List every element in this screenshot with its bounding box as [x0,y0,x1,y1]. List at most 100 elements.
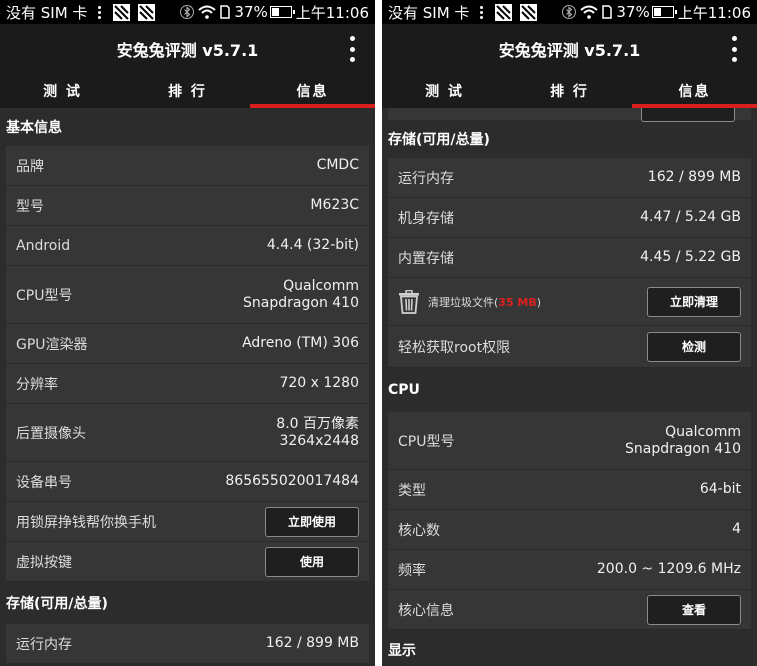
row-label: CPU型号 [398,433,455,450]
row-ram: 运行内存 162 / 899 MB [6,624,369,664]
bluetooth-icon [562,4,577,20]
row-rear-camera: 后置摄像头 8.0 百万像素 3264x2448 [6,404,369,462]
clock: 上午11:06 [677,3,751,22]
value-line: Qualcomm [283,277,359,294]
overflow-menu-icon[interactable] [347,36,357,62]
row-ram: 运行内存 162 / 899 MB [388,158,751,198]
notification-icon [495,3,513,21]
status-bar: 没有 SIM 卡 37% 上午11:06 [0,0,375,24]
scrolled-row-remnant [388,108,751,122]
carrier-text: 没有 SIM 卡 [6,3,88,22]
row-core-info: 核心信息 查看 [388,590,751,630]
tab-test[interactable]: 测 试 [382,74,507,108]
row-value: 4 [732,521,741,537]
clean-junk-label: 清理垃圾文件(35 MB) [428,294,541,310]
row-android: Android 4.4.4 (32-bit) [6,226,369,266]
row-clean-junk: 清理垃圾文件(35 MB) 立即清理 [388,278,751,326]
use-button[interactable]: 使用 [265,546,359,577]
row-value: 162 / 899 MB [647,169,741,185]
row-value: 4.45 / 5.22 GB [640,249,741,265]
status-bar: 没有 SIM 卡 37% 上午11:06 [382,0,757,24]
overflow-menu-icon[interactable] [729,36,739,62]
value-line: Snapdragon 410 [243,294,359,311]
screen-left: 没有 SIM 卡 37% 上午11:06 安兔兔评测 v5.7.1 测 试 排 … [0,0,375,666]
row-label: 轻松获取root权限 [398,339,511,356]
sim-slot-icon [602,5,613,19]
app-title: 安兔兔评测 v5.7.1 [498,41,641,60]
row-cpu-cores: 核心数 4 [388,510,751,550]
row-label: 用锁屏挣钱帮你换手机 [16,514,156,531]
partial-button[interactable] [641,108,735,122]
row-value: Qualcomm Snapdragon 410 [625,424,741,458]
section-storage: 存储(可用/总量) [382,120,757,158]
row-label: 品牌 [16,158,44,175]
row-builtin-storage: 内置存储 4.45 / 5.22 GB [388,238,751,278]
app-title-bar: 安兔兔评测 v5.7.1 [382,24,757,74]
clean-junk-info: 清理垃圾文件(35 MB) [398,289,541,314]
section-display: 显示 [382,630,757,666]
row-label: 核心信息 [398,602,454,619]
value-line: Qualcomm [665,423,741,440]
row-label: 后置摄像头 [16,425,86,442]
battery-icon [651,6,677,18]
app-title-bar: 安兔兔评测 v5.7.1 [0,24,375,74]
row-label: Android [16,237,71,254]
row-label: 频率 [398,562,426,579]
value-line: Snapdragon 410 [625,440,741,457]
row-label: 运行内存 [16,636,72,653]
tab-info[interactable]: 信息 [632,74,757,108]
row-value: 162 / 899 MB [265,635,359,651]
row-gpu: GPU渲染器 Adreno (TM) 306 [6,324,369,364]
value-line: 8.0 百万像素 [276,415,359,432]
row-value: 865655020017484 [225,473,359,489]
row-value: CMDC [316,157,359,173]
row-root: 轻松获取root权限 检测 [388,326,751,368]
row-lockscreen: 用锁屏挣钱帮你换手机 立即使用 [6,502,369,542]
detect-button[interactable]: 检测 [647,331,741,362]
tab-test[interactable]: 测 试 [0,74,125,108]
row-label: 虚拟按键 [16,554,72,571]
info-content[interactable]: 基本信息 品牌 CMDC 型号 M623C Android 4.4.4 (32-… [0,108,375,664]
app-title: 安兔兔评测 v5.7.1 [116,41,259,60]
view-button[interactable]: 查看 [647,594,741,625]
info-content[interactable]: 存储(可用/总量) 运行内存 162 / 899 MB 机身存储 4.47 / … [382,108,757,666]
row-value: 4.47 / 5.24 GB [640,209,741,225]
row-value: 8.0 百万像素 3264x2448 [276,416,359,450]
row-value: Adreno (TM) 306 [242,335,359,351]
tab-bar: 测 试 排 行 信息 [0,74,375,108]
battery-icon [269,6,295,18]
use-now-button[interactable]: 立即使用 [265,506,359,537]
section-storage: 存储(可用/总量) [0,582,375,624]
row-cpu-type: 类型 64-bit [388,470,751,510]
row-cpu-frequency: 频率 200.0 ~ 1209.6 MHz [388,550,751,590]
battery-percent: 37% [234,3,268,21]
row-value: M623C [310,197,359,213]
carrier-text: 没有 SIM 卡 [388,3,470,22]
row-label: 内置存储 [398,250,454,267]
tab-ranking[interactable]: 排 行 [507,74,632,108]
row-cpu-model: CPU型号 Qualcomm Snapdragon 410 [388,412,751,470]
row-label: 型号 [16,198,44,215]
value-line: 3264x2448 [279,432,359,449]
row-label: 分辨率 [16,376,58,393]
clean-junk-text: 清理垃圾文件( [428,295,499,309]
more-notifications-icon [93,5,105,19]
trash-icon [399,289,419,314]
row-virtual-keys: 虚拟按键 使用 [6,542,369,582]
more-notifications-icon [475,5,487,19]
tab-ranking[interactable]: 排 行 [125,74,250,108]
row-value: 200.0 ~ 1209.6 MHz [596,561,741,577]
row-brand: 品牌 CMDC [6,146,369,186]
clean-now-button[interactable]: 立即清理 [647,286,741,317]
notification-icon [520,3,538,21]
row-label: CPU型号 [16,287,73,304]
row-cpu-model: CPU型号 Qualcomm Snapdragon 410 [6,266,369,324]
section-cpu: CPU [382,368,757,412]
sim-slot-icon [220,5,231,19]
row-label: 类型 [398,482,426,499]
tab-info[interactable]: 信息 [250,74,375,108]
clock: 上午11:06 [295,3,369,22]
row-label: 设备串号 [16,474,72,491]
row-resolution: 分辨率 720 x 1280 [6,364,369,404]
row-label: 核心数 [398,522,440,539]
